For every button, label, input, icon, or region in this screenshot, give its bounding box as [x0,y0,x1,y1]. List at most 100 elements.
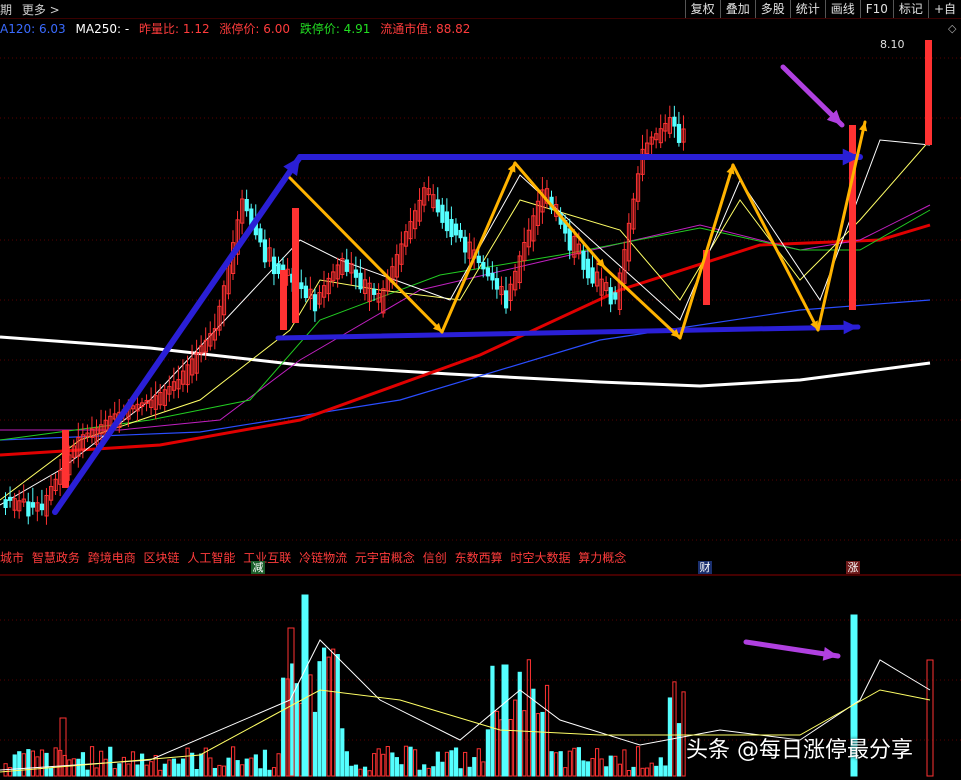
concept-tag[interactable]: 跨境电商 [88,551,136,565]
volume-bar [149,761,154,777]
volume-bar [663,765,668,777]
volume-bar [185,747,190,777]
volume-bar [399,764,404,777]
volume-bar [44,752,49,777]
volume-bar [171,758,177,777]
volume-bar [431,766,436,777]
limit-up-candle [925,40,932,145]
volume-bar [140,753,145,777]
volume-bar [654,765,659,777]
volume-bar [513,699,518,777]
candle-body [494,278,500,290]
volume-bar [240,764,245,777]
volume-bar [144,764,149,777]
volume-bar [422,764,427,777]
candle-body [444,211,450,232]
candle-body [8,496,13,501]
concept-tag[interactable]: 东数西算 [455,551,503,565]
candle-body [303,285,308,299]
volume-bar [221,765,227,777]
volume-bar [290,663,295,777]
volume-bar [667,697,672,777]
watermark: 头条 @每日涨停最分享 [686,738,913,763]
concept-tag[interactable]: 算力概念 [578,551,626,565]
candle-body [353,269,359,278]
volume-bar [417,769,422,777]
candle-body [39,503,45,511]
candle-body [312,294,318,312]
ma5-line [0,139,931,506]
candle-body [449,218,454,238]
volume-bar [385,746,390,777]
candle-body [504,290,509,309]
blue-support-arrow [275,324,861,341]
volume-bar [258,768,263,777]
concept-tag[interactable]: 元宇宙概念 [355,551,415,565]
concept-tag[interactable]: 信创 [423,551,447,565]
volume-bar [485,729,490,777]
volume-bar [344,751,349,777]
volume-spike [926,659,934,777]
concept-tag[interactable]: 冷链物流 [299,551,347,565]
volume-bar [35,756,40,777]
volume-bar [112,768,117,777]
volume-bar [372,753,377,777]
volume-bar [622,749,627,777]
volume-bar [476,748,481,777]
volume-bar [531,688,536,777]
candle-body [244,199,249,212]
candle-body [271,256,277,275]
volume-bar [353,764,359,777]
candle-body [485,267,490,277]
concept-tag[interactable]: 智慧政务 [32,551,80,565]
volume-bar [335,654,340,777]
candle-body [372,288,377,295]
volume-bar [126,763,131,777]
concept-tags: 城市 智慧政务 跨境电商 区块链 人工智能 工业互联 冷链物流 元宇宙概念 信创… [0,549,630,566]
volume-spike [501,664,509,777]
marker-reduce[interactable]: 减 [251,561,265,574]
volume-bar [244,758,249,777]
volume-bar [271,767,277,777]
volume-bar [640,767,645,777]
concept-tag[interactable]: 城市 [0,551,24,565]
candle-body [435,199,440,213]
concept-tag[interactable]: 区块链 [144,551,180,565]
concept-tag[interactable]: 时空大数据 [510,551,570,565]
volume-bar [376,748,381,777]
volume-bar [30,750,35,777]
volume-bar [394,757,399,777]
volume-bar [26,749,31,777]
volume-bar [585,761,591,777]
candle-body [581,250,586,270]
concept-tag[interactable]: 人工智能 [187,551,235,565]
volume-bar [167,759,172,777]
candle-body [344,259,349,272]
candle-body [490,272,495,281]
candle-body [453,223,459,236]
volume-bar [108,746,113,777]
volume-bar [312,711,318,777]
volume-bar [71,758,76,777]
volume-bar [226,757,231,777]
volume-bar [676,723,682,777]
volume-bar [535,713,541,777]
candle-body [585,258,591,279]
volume-bar [658,757,663,777]
candle-body [567,228,572,251]
volume-bar [94,767,99,777]
marker-finance[interactable]: 财 [698,561,712,574]
volume-bar [358,768,363,777]
marker-limit-up[interactable]: 涨 [846,561,860,574]
volume-bar [308,674,313,777]
volume-bar [194,769,199,777]
volume-bar [563,767,568,777]
volume-bar [253,754,258,777]
limit-up-candle [280,270,287,330]
blue-support-arrow-head [843,320,858,335]
chart-canvas[interactable] [0,0,961,780]
volume-bar [249,757,254,777]
volume-bar [89,746,95,777]
volume-bar [331,648,336,777]
candle-body [440,204,445,223]
